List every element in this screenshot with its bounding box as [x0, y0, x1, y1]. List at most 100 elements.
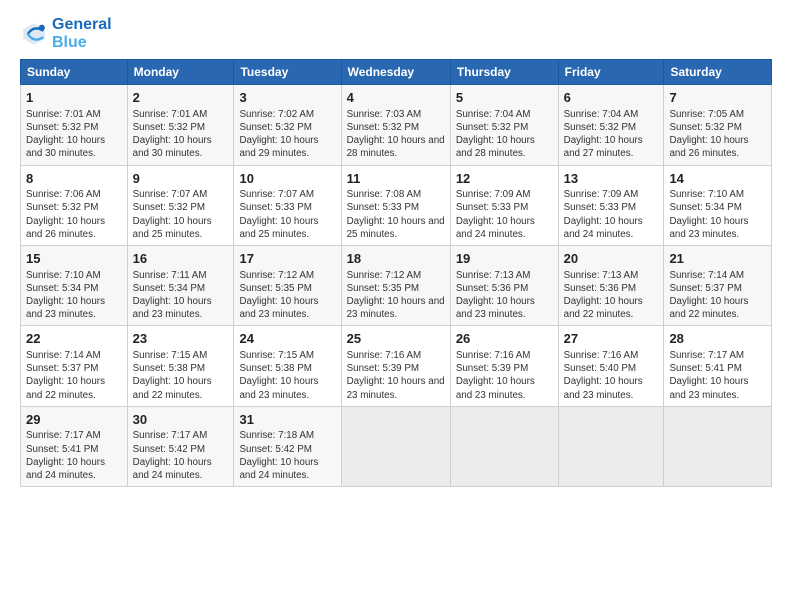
- daylight-label: Daylight: 10 hours and 23 minutes.: [239, 376, 318, 400]
- sunset-label: Sunset: 5:36 PM: [564, 283, 636, 294]
- day-number: 10: [239, 170, 335, 188]
- sunset-label: Sunset: 5:32 PM: [456, 122, 528, 133]
- sunset-label: Sunset: 5:32 PM: [239, 122, 311, 133]
- day-number: 26: [456, 330, 553, 348]
- day-number: 22: [26, 330, 122, 348]
- sunset-label: Sunset: 5:40 PM: [564, 363, 636, 374]
- sunset-label: Sunset: 5:38 PM: [133, 363, 205, 374]
- weekday-header-thursday: Thursday: [450, 60, 558, 85]
- sunset-label: Sunset: 5:36 PM: [456, 283, 528, 294]
- calendar-cell: 24 Sunrise: 7:15 AM Sunset: 5:38 PM Dayl…: [234, 326, 341, 406]
- calendar-cell: 1 Sunrise: 7:01 AM Sunset: 5:32 PM Dayli…: [21, 85, 128, 165]
- sunrise-label: Sunrise: 7:07 AM: [133, 189, 208, 200]
- daylight-label: Daylight: 10 hours and 23 minutes.: [26, 296, 105, 320]
- calendar-cell: 27 Sunrise: 7:16 AM Sunset: 5:40 PM Dayl…: [558, 326, 664, 406]
- calendar-cell: 20 Sunrise: 7:13 AM Sunset: 5:36 PM Dayl…: [558, 246, 664, 326]
- sunrise-label: Sunrise: 7:12 AM: [347, 270, 422, 281]
- calendar-cell: 3 Sunrise: 7:02 AM Sunset: 5:32 PM Dayli…: [234, 85, 341, 165]
- weekday-header-friday: Friday: [558, 60, 664, 85]
- calendar-cell: 21 Sunrise: 7:14 AM Sunset: 5:37 PM Dayl…: [664, 246, 772, 326]
- daylight-label: Daylight: 10 hours and 24 minutes.: [26, 457, 105, 481]
- logo-icon: [20, 20, 48, 48]
- sunset-label: Sunset: 5:37 PM: [26, 363, 98, 374]
- day-number: 4: [347, 89, 445, 107]
- week-row-2: 8 Sunrise: 7:06 AM Sunset: 5:32 PM Dayli…: [21, 165, 772, 245]
- calendar-cell: 14 Sunrise: 7:10 AM Sunset: 5:34 PM Dayl…: [664, 165, 772, 245]
- day-number: 27: [564, 330, 659, 348]
- daylight-label: Daylight: 10 hours and 26 minutes.: [669, 135, 748, 159]
- weekday-header-saturday: Saturday: [664, 60, 772, 85]
- daylight-label: Daylight: 10 hours and 23 minutes.: [347, 296, 445, 320]
- day-number: 15: [26, 250, 122, 268]
- daylight-label: Daylight: 10 hours and 22 minutes.: [564, 296, 643, 320]
- calendar-cell: 7 Sunrise: 7:05 AM Sunset: 5:32 PM Dayli…: [664, 85, 772, 165]
- day-number: 30: [133, 411, 229, 429]
- sunrise-label: Sunrise: 7:17 AM: [669, 350, 744, 361]
- sunset-label: Sunset: 5:34 PM: [26, 283, 98, 294]
- daylight-label: Daylight: 10 hours and 25 minutes.: [133, 216, 212, 240]
- daylight-label: Daylight: 10 hours and 30 minutes.: [133, 135, 212, 159]
- sunset-label: Sunset: 5:42 PM: [239, 444, 311, 455]
- sunset-label: Sunset: 5:37 PM: [669, 283, 741, 294]
- day-number: 28: [669, 330, 766, 348]
- sunset-label: Sunset: 5:32 PM: [347, 122, 419, 133]
- sunset-label: Sunset: 5:33 PM: [564, 202, 636, 213]
- calendar-cell: 18 Sunrise: 7:12 AM Sunset: 5:35 PM Dayl…: [341, 246, 450, 326]
- sunset-label: Sunset: 5:32 PM: [26, 122, 98, 133]
- day-number: 16: [133, 250, 229, 268]
- calendar-cell: 9 Sunrise: 7:07 AM Sunset: 5:32 PM Dayli…: [127, 165, 234, 245]
- sunrise-label: Sunrise: 7:01 AM: [133, 109, 208, 120]
- calendar-cell: 15 Sunrise: 7:10 AM Sunset: 5:34 PM Dayl…: [21, 246, 128, 326]
- sunrise-label: Sunrise: 7:17 AM: [26, 430, 101, 441]
- sunrise-label: Sunrise: 7:17 AM: [133, 430, 208, 441]
- sunrise-label: Sunrise: 7:09 AM: [456, 189, 531, 200]
- calendar-cell: 10 Sunrise: 7:07 AM Sunset: 5:33 PM Dayl…: [234, 165, 341, 245]
- calendar-cell: 16 Sunrise: 7:11 AM Sunset: 5:34 PM Dayl…: [127, 246, 234, 326]
- calendar-cell: 8 Sunrise: 7:06 AM Sunset: 5:32 PM Dayli…: [21, 165, 128, 245]
- week-row-4: 22 Sunrise: 7:14 AM Sunset: 5:37 PM Dayl…: [21, 326, 772, 406]
- sunrise-label: Sunrise: 7:13 AM: [564, 270, 639, 281]
- sunrise-label: Sunrise: 7:10 AM: [669, 189, 744, 200]
- sunset-label: Sunset: 5:32 PM: [133, 202, 205, 213]
- sunset-label: Sunset: 5:34 PM: [133, 283, 205, 294]
- weekday-header-monday: Monday: [127, 60, 234, 85]
- day-number: 21: [669, 250, 766, 268]
- day-number: 9: [133, 170, 229, 188]
- sunset-label: Sunset: 5:39 PM: [347, 363, 419, 374]
- calendar-cell: 11 Sunrise: 7:08 AM Sunset: 5:33 PM Dayl…: [341, 165, 450, 245]
- calendar-cell: 31 Sunrise: 7:18 AM Sunset: 5:42 PM Dayl…: [234, 406, 341, 486]
- calendar-cell: 28 Sunrise: 7:17 AM Sunset: 5:41 PM Dayl…: [664, 326, 772, 406]
- calendar-cell: 5 Sunrise: 7:04 AM Sunset: 5:32 PM Dayli…: [450, 85, 558, 165]
- sunrise-label: Sunrise: 7:13 AM: [456, 270, 531, 281]
- logo-text: General Blue: [52, 16, 112, 51]
- calendar-cell: [450, 406, 558, 486]
- day-number: 25: [347, 330, 445, 348]
- sunrise-label: Sunrise: 7:10 AM: [26, 270, 101, 281]
- daylight-label: Daylight: 10 hours and 23 minutes.: [239, 296, 318, 320]
- sunrise-label: Sunrise: 7:04 AM: [456, 109, 531, 120]
- daylight-label: Daylight: 10 hours and 27 minutes.: [564, 135, 643, 159]
- sunrise-label: Sunrise: 7:14 AM: [26, 350, 101, 361]
- sunset-label: Sunset: 5:32 PM: [564, 122, 636, 133]
- sunrise-label: Sunrise: 7:11 AM: [133, 270, 207, 281]
- daylight-label: Daylight: 10 hours and 24 minutes.: [239, 457, 318, 481]
- calendar-cell: 6 Sunrise: 7:04 AM Sunset: 5:32 PM Dayli…: [558, 85, 664, 165]
- daylight-label: Daylight: 10 hours and 23 minutes.: [456, 376, 535, 400]
- sunrise-label: Sunrise: 7:03 AM: [347, 109, 422, 120]
- sunset-label: Sunset: 5:34 PM: [669, 202, 741, 213]
- daylight-label: Daylight: 10 hours and 24 minutes.: [456, 216, 535, 240]
- daylight-label: Daylight: 10 hours and 23 minutes.: [347, 376, 445, 400]
- daylight-label: Daylight: 10 hours and 24 minutes.: [564, 216, 643, 240]
- sunrise-label: Sunrise: 7:16 AM: [347, 350, 422, 361]
- day-number: 1: [26, 89, 122, 107]
- sunrise-label: Sunrise: 7:06 AM: [26, 189, 101, 200]
- calendar-cell: 26 Sunrise: 7:16 AM Sunset: 5:39 PM Dayl…: [450, 326, 558, 406]
- day-number: 8: [26, 170, 122, 188]
- sunrise-label: Sunrise: 7:12 AM: [239, 270, 314, 281]
- calendar-cell: [341, 406, 450, 486]
- sunrise-label: Sunrise: 7:04 AM: [564, 109, 639, 120]
- logo: General Blue: [20, 16, 112, 51]
- calendar-cell: 25 Sunrise: 7:16 AM Sunset: 5:39 PM Dayl…: [341, 326, 450, 406]
- day-number: 2: [133, 89, 229, 107]
- calendar-cell: [664, 406, 772, 486]
